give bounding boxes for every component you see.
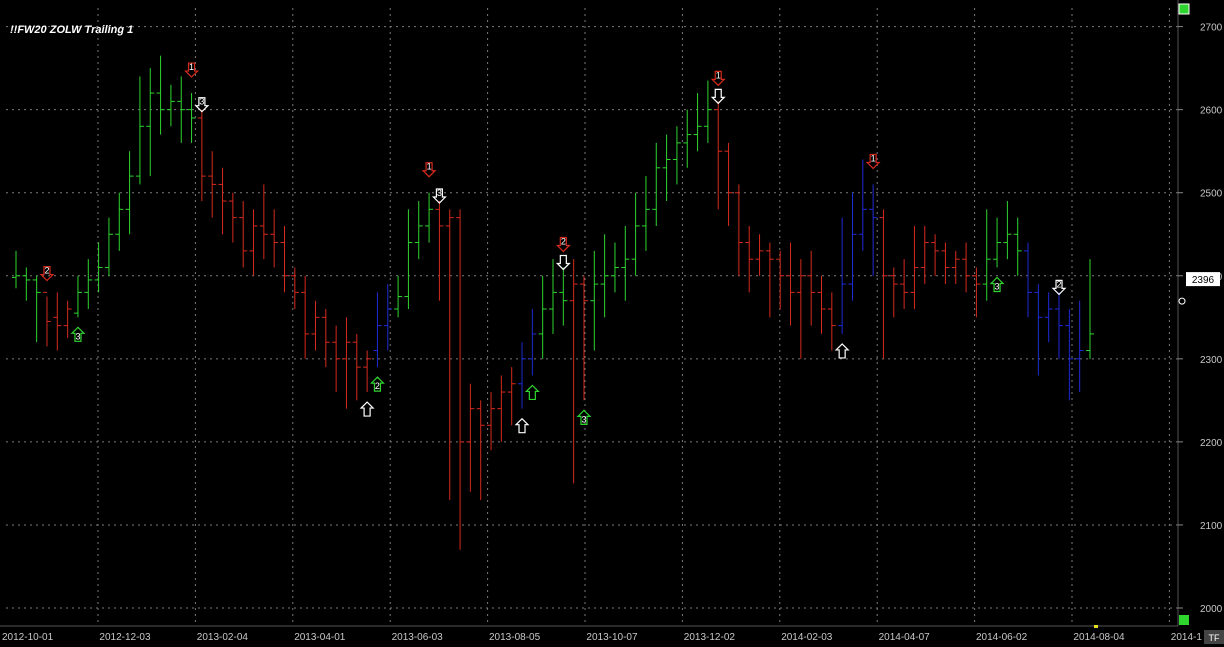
scroll-bottom-handle[interactable] [1179, 615, 1189, 625]
signal-label: 2 [1057, 279, 1062, 289]
last-price-label: 2396 [1192, 275, 1215, 286]
x-tick-label: 2012-10-01 [2, 632, 54, 643]
signal-label: 3 [199, 97, 204, 107]
y-tick-label: 2000 [1200, 604, 1223, 615]
signal-label: 3 [75, 331, 80, 341]
signal-label: 3 [581, 414, 586, 424]
price-chart[interactable]: 270026002500240023002200210020002012-10-… [0, 0, 1224, 647]
y-tick-label: 2500 [1200, 189, 1223, 200]
y-tick-label: 2100 [1200, 521, 1223, 532]
x-tick-label: 2013-04-01 [294, 632, 346, 643]
x-tick-label: 2013-02-04 [197, 632, 249, 643]
x-tick-label: 2013-06-03 [392, 632, 444, 643]
x-tick-label: 2014-1 [1171, 632, 1203, 643]
y-tick-label: 2300 [1200, 355, 1223, 366]
signal-label: 1 [189, 62, 194, 72]
signal-label: 3 [995, 281, 1000, 291]
signal-label: 2 [44, 266, 49, 276]
y-tick-label: 2200 [1200, 438, 1223, 449]
signal-label: 1 [871, 153, 876, 163]
chart-background [0, 0, 1224, 647]
signal-label: 1 [716, 70, 721, 80]
signal-label: 2 [375, 381, 380, 391]
chart-title: !!FW20 ZOLW Trailing 1 [10, 24, 134, 36]
y-tick-label: 2600 [1200, 106, 1223, 117]
chart-canvas[interactable]: 270026002500240023002200210020002012-10-… [0, 0, 1224, 647]
signal-label: 2 [561, 236, 566, 246]
x-tick-label: 2013-12-02 [684, 632, 736, 643]
time-cursor-marker [1094, 625, 1098, 628]
x-tick-label: 2014-06-02 [976, 632, 1028, 643]
y-tick-label: 2700 [1200, 23, 1223, 34]
scroll-top-handle[interactable] [1178, 3, 1190, 15]
signal-label: 3 [437, 188, 442, 198]
timeframe-label: TF [1209, 633, 1220, 643]
x-tick-label: 2013-10-07 [586, 632, 638, 643]
x-tick-label: 2014-02-03 [781, 632, 833, 643]
x-tick-label: 2014-04-07 [879, 632, 931, 643]
x-tick-label: 2012-12-03 [99, 632, 151, 643]
signal-label: 1 [427, 162, 432, 172]
x-tick-label: 2014-08-04 [1073, 632, 1125, 643]
x-tick-label: 2013-08-05 [489, 632, 541, 643]
